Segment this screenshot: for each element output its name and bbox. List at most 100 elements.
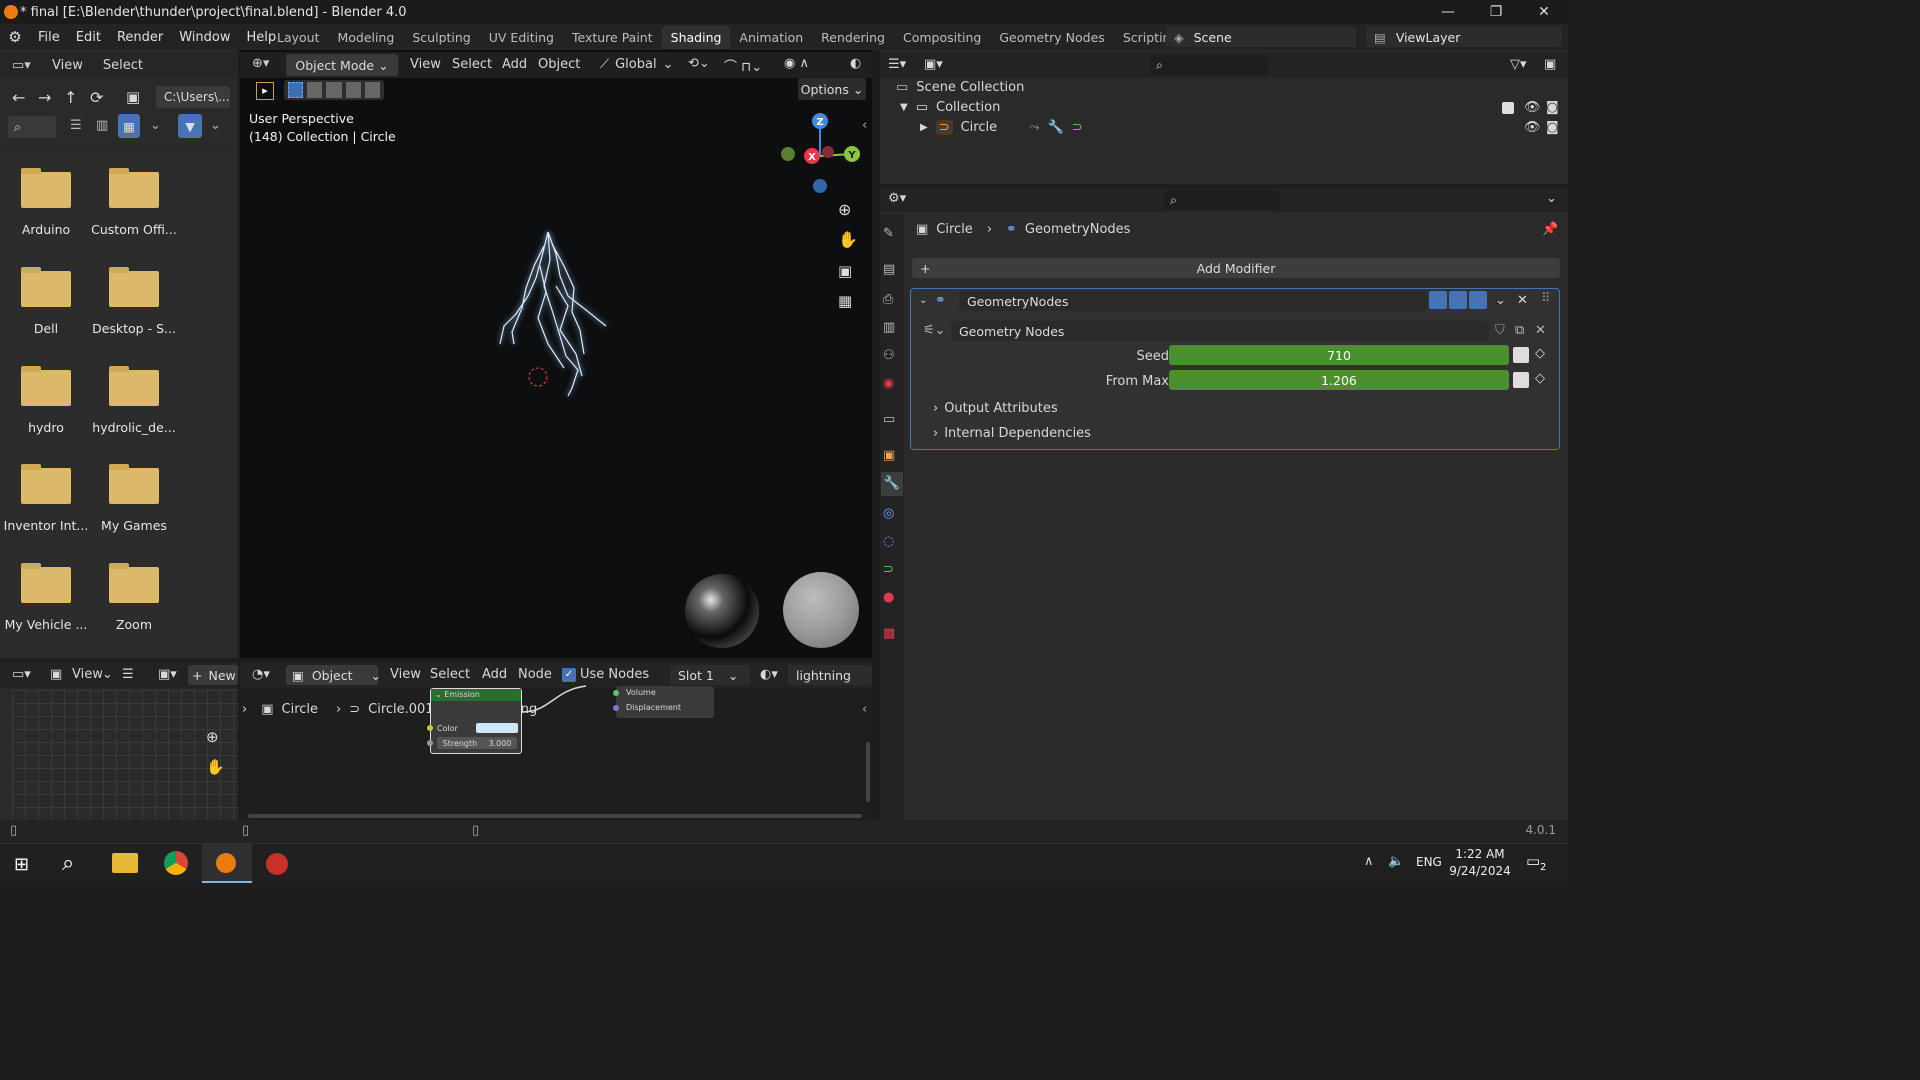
checkbox-checked-icon[interactable]: ✓ — [562, 667, 576, 682]
drag-handle-icon[interactable]: ⠿ — [1541, 291, 1551, 306]
parent-dir-icon[interactable]: ↑ — [64, 88, 77, 107]
viewport-menu-object[interactable]: Object — [538, 57, 580, 72]
lightning-object[interactable] — [490, 226, 620, 401]
display-dropdown-icon[interactable]: ⌄ — [150, 118, 161, 133]
collapse-arrow-icon[interactable]: ⌄ — [919, 295, 927, 306]
object-mode-dropdown[interactable]: Object Mode ⌄ — [286, 54, 398, 76]
snap-icon[interactable]: ⌒ ⊓⌄ — [724, 56, 762, 75]
texture-tab-icon[interactable]: ▩ — [883, 626, 895, 641]
windows-start-icon[interactable]: ⊞ — [14, 854, 29, 875]
transform-orientation-dropdown[interactable]: ⟋ Global ⌄ — [600, 57, 674, 72]
folder-item[interactable]: My Vehicle ... — [2, 563, 90, 632]
object-data-tab-icon[interactable]: ⊃ — [883, 562, 894, 577]
strength-field[interactable]: Strength 3.000 — [437, 737, 517, 749]
tab-sculpting[interactable]: Sculpting — [403, 26, 479, 49]
file-search-input[interactable]: ⌕ — [8, 116, 56, 138]
socket[interactable] — [427, 725, 433, 731]
zoom-icon[interactable]: ⊕ — [206, 728, 219, 746]
pin-icon[interactable]: 📌 — [1542, 222, 1558, 237]
tab-geometry-nodes[interactable]: Geometry Nodes — [990, 26, 1113, 49]
expand-arrow-icon[interactable]: ▼ — [900, 102, 908, 113]
fake-user-shield-icon[interactable]: ⛉ — [1495, 323, 1505, 338]
volume-icon[interactable]: 🔈 — [1388, 854, 1404, 869]
search-icon[interactable]: ⌕ — [62, 851, 74, 876]
tab-rendering[interactable]: Rendering — [812, 26, 894, 49]
file-explorer-icon[interactable] — [112, 853, 138, 873]
blender-launcher-icon[interactable] — [266, 853, 288, 875]
menu-edit[interactable]: Edit — [68, 30, 109, 45]
hamburger-menu-icon[interactable]: ☰ — [122, 667, 134, 682]
tool-tab-icon[interactable]: ✎ — [883, 226, 894, 241]
camera-icon[interactable]: ▣ — [838, 262, 852, 280]
chrome-icon[interactable] — [164, 851, 188, 875]
checkbox-icon[interactable] — [1502, 101, 1514, 114]
tab-compositing[interactable]: Compositing — [894, 26, 990, 49]
filebrowser-menu-select[interactable]: Select — [103, 58, 143, 73]
collection-tab-icon[interactable]: ▭ — [883, 412, 895, 427]
select-subtract-icon[interactable] — [326, 82, 342, 98]
properties-search-input[interactable]: ⌕ — [1164, 190, 1280, 210]
minimize-button[interactable]: — — [1424, 0, 1472, 24]
options-dropdown[interactable]: Options ⌄ — [798, 78, 866, 100]
select-extend-icon[interactable] — [307, 82, 323, 98]
tab-shading[interactable]: Shading — [661, 25, 731, 49]
node-menu-view[interactable]: View — [390, 667, 421, 682]
tab-modeling[interactable]: Modeling — [329, 26, 404, 49]
folder-item[interactable]: Desktop - S... — [90, 267, 178, 336]
folder-item[interactable]: My Games — [90, 464, 178, 533]
material-browse-icon[interactable]: ◐▾ — [760, 667, 778, 682]
filter-icon[interactable]: ▽▾ — [1510, 57, 1527, 72]
blender-taskbar-button[interactable] — [202, 844, 252, 883]
tab-texture-paint[interactable]: Texture Paint — [563, 26, 662, 49]
internal-deps-subpanel[interactable]: › Internal Dependencies — [933, 426, 1091, 441]
select-new-icon[interactable] — [288, 82, 304, 98]
shader-node-editor[interactable]: ◔▾ ▣ Object ⌄ View Select Add Node ✓ Use… — [240, 662, 872, 820]
filter-dropdown-icon[interactable]: ⌄ — [210, 118, 221, 133]
eye-icon[interactable]: 👁 — [1524, 100, 1541, 115]
material-tab-icon[interactable]: ● — [883, 590, 894, 605]
select-invert-icon[interactable] — [345, 82, 361, 98]
scene-tab-icon[interactable]: ⚇ — [883, 348, 895, 363]
output-attributes-subpanel[interactable]: › Output Attributes — [933, 401, 1058, 416]
tab-animation[interactable]: Animation — [730, 26, 812, 49]
visibility-icon[interactable]: ◐ — [850, 56, 861, 71]
sidebar-toggle-icon[interactable]: ‹ — [862, 118, 867, 133]
editor-type-icon[interactable]: ▭▾ — [12, 667, 31, 682]
remove-modifier-icon[interactable]: ✕ — [1517, 293, 1528, 308]
editor-type-icon[interactable]: ⚙▾ — [888, 191, 906, 206]
image-browse-icon[interactable]: ▣▾ — [158, 667, 177, 682]
socket[interactable] — [613, 705, 619, 711]
new-image-button[interactable]: + New — [188, 665, 238, 685]
emission-node-header[interactable]: ⌄ Emission — [431, 689, 521, 701]
outliner-row-scene-collection[interactable]: ▭ Scene Collection — [896, 80, 1024, 95]
color-swatch[interactable] — [475, 723, 518, 733]
list-view-icon[interactable]: ☰ — [70, 118, 82, 133]
add-modifier-button[interactable]: + Add Modifier — [912, 258, 1560, 278]
expand-arrow-icon[interactable]: ▶ — [920, 122, 928, 133]
image-editor[interactable]: ▭▾ ▣ View ⌄ ☰ ▣▾ + New ⊕ ✋ — [0, 662, 238, 820]
forward-arrow-icon[interactable]: → — [38, 88, 51, 107]
socket[interactable] — [613, 690, 619, 696]
path-field[interactable]: C:\Users\... — [156, 86, 230, 108]
viewport-menu-add[interactable]: Add — [502, 57, 527, 72]
notification-icon[interactable]: ▭ — [1526, 852, 1540, 870]
sidebar-toggle-icon[interactable]: ‹ — [862, 702, 867, 717]
socket[interactable] — [427, 740, 433, 746]
outliner-row-collection[interactable]: ▼ ▭ Collection 👁 ◙ — [900, 100, 1566, 115]
new-collection-icon[interactable]: ▣ — [1544, 57, 1556, 72]
material-icon[interactable]: ⊃ — [1072, 120, 1083, 135]
modifier-wrench-icon[interactable]: 🔧 — [1048, 120, 1064, 135]
new-folder-icon[interactable]: ▣ — [126, 88, 140, 106]
zoom-icon[interactable]: ⊕ — [838, 200, 851, 219]
modifier-name-field[interactable]: GeometryNodes — [959, 291, 1427, 311]
eye-icon[interactable]: 👁 — [1524, 120, 1541, 135]
folder-item[interactable]: Zoom — [90, 563, 178, 632]
menu-render[interactable]: Render — [109, 30, 171, 45]
slot-dropdown[interactable]: Slot 1 ⌄ — [670, 665, 750, 685]
tab-layout[interactable]: Layout — [268, 26, 329, 49]
viewport-menu-select[interactable]: Select — [452, 57, 492, 72]
emission-node[interactable]: ⌄ Emission Color Strength 3.000 — [430, 688, 522, 754]
seed-field[interactable]: 710 — [1169, 345, 1509, 365]
display-mode-icon[interactable]: ▣▾ — [924, 57, 943, 72]
horizontal-scrollbar[interactable] — [248, 814, 862, 818]
